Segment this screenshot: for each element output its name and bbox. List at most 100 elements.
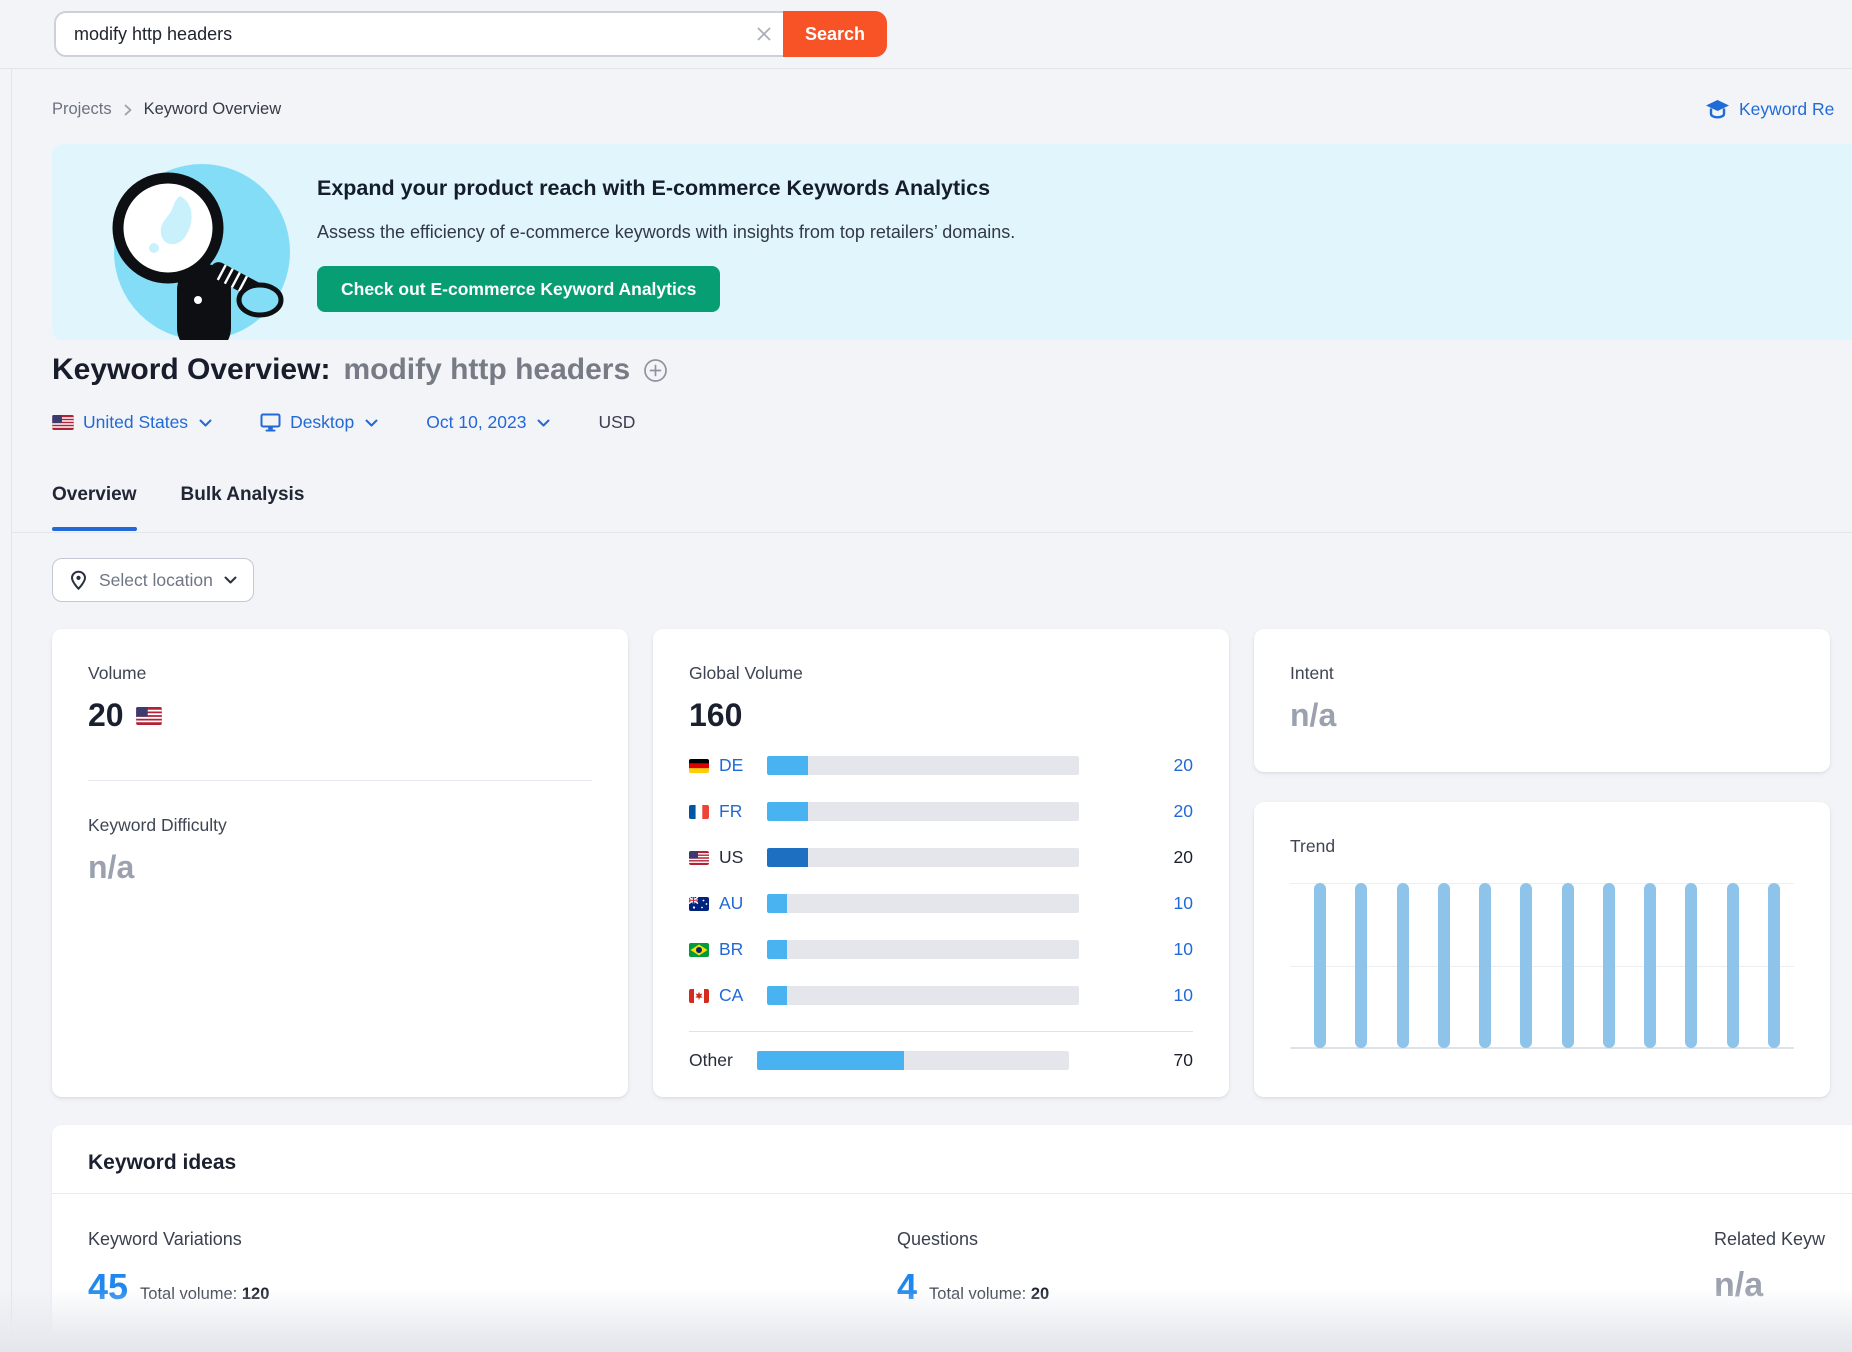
intent-label: Intent — [1290, 663, 1794, 684]
trend-card: Trend — [1254, 802, 1830, 1097]
flag-us-icon — [52, 415, 74, 430]
volume-bar — [757, 1051, 1069, 1070]
trend-bar — [1314, 883, 1326, 1048]
country-link[interactable]: DE — [719, 755, 757, 776]
global-volume-row: AU 10 — [689, 893, 1193, 914]
other-volume: 70 — [1174, 1050, 1193, 1071]
country-label-current: US — [719, 847, 757, 868]
country-link[interactable]: CA — [719, 985, 757, 1006]
search-form: Search — [54, 11, 887, 57]
location-filter-dropdown[interactable]: United States — [52, 412, 212, 433]
trend-bar — [1562, 883, 1574, 1048]
currency-label: USD — [598, 412, 635, 433]
related-keywords-label: Related Keyw — [1714, 1229, 1825, 1250]
country-volume: 20 — [1174, 755, 1193, 776]
global-volume-other-row: Other 70 — [689, 1050, 1193, 1071]
page-title: Keyword Overview: modify http headers — [52, 353, 668, 387]
country-link[interactable]: BR — [719, 939, 757, 960]
breadcrumb-current: Keyword Overview — [144, 100, 282, 119]
location-filter-label: United States — [83, 412, 188, 433]
global-volume-label: Global Volume — [689, 663, 1193, 684]
keyword-variations-count: 45 — [88, 1266, 128, 1308]
volume-bar — [767, 802, 1079, 821]
date-filter-label: Oct 10, 2023 — [426, 412, 526, 433]
device-filter-label: Desktop — [290, 412, 354, 433]
keyword-variations-column: Keyword Variations 45 Total volume: 120 — [88, 1229, 269, 1308]
trend-bars — [1314, 883, 1780, 1048]
right-card-column: Intent n/a Trend — [1254, 629, 1830, 1097]
intent-card: Intent n/a — [1254, 629, 1830, 772]
trend-bar — [1520, 883, 1532, 1048]
keyword-difficulty-value: n/a — [88, 849, 592, 886]
clear-search-button[interactable] — [742, 11, 786, 57]
questions-label: Questions — [897, 1229, 1049, 1250]
global-volume-list: DE 20 FR 20 US — [689, 755, 1193, 1071]
volume-bar — [767, 940, 1079, 959]
chevron-down-icon — [537, 419, 550, 427]
keyword-research-label: Keyword Re — [1739, 99, 1834, 120]
global-volume-row: FR 20 — [689, 801, 1193, 822]
flag-ca-icon — [689, 989, 709, 1003]
trend-bar — [1768, 883, 1780, 1048]
trend-bar — [1685, 883, 1697, 1048]
country-volume: 10 — [1174, 893, 1193, 914]
other-divider — [689, 1031, 1193, 1032]
trend-bar — [1438, 883, 1450, 1048]
global-volume-row: DE 20 — [689, 755, 1193, 776]
keyword-variations-total: Total volume: 120 — [140, 1285, 269, 1304]
country-volume: 20 — [1174, 801, 1193, 822]
plus-circle-icon — [643, 358, 668, 383]
country-volume: 10 — [1174, 939, 1193, 960]
banner-cta-button[interactable]: Check out E-commerce Keyword Analytics — [317, 266, 720, 312]
tab-bulk-analysis[interactable]: Bulk Analysis — [181, 484, 305, 531]
flag-us-icon — [136, 707, 162, 725]
country-volume: 20 — [1174, 847, 1193, 868]
close-icon — [756, 26, 772, 42]
date-filter-dropdown[interactable]: Oct 10, 2023 — [426, 412, 550, 433]
breadcrumb: Projects Keyword Overview — [52, 100, 281, 119]
graduation-cap-icon — [1705, 99, 1730, 120]
tab-bar: Overview Bulk Analysis — [52, 484, 304, 531]
volume-card: Volume 20 Keyword Difficulty n/a — [52, 629, 628, 1097]
volume-label: Volume — [88, 663, 592, 684]
left-panel-border — [11, 69, 12, 1352]
select-location-dropdown[interactable]: Select location — [52, 558, 254, 602]
flag-fr-icon — [689, 805, 709, 819]
chevron-down-icon — [199, 419, 212, 427]
magnifier-illustration — [82, 152, 332, 340]
card-divider — [52, 1193, 1852, 1194]
keyword-ideas-card: Keyword ideas Keyword Variations 45 Tota… — [52, 1125, 1852, 1352]
global-volume-row: US 20 — [689, 847, 1193, 868]
breadcrumb-projects-link[interactable]: Projects — [52, 100, 112, 119]
desktop-icon — [260, 413, 281, 432]
device-filter-dropdown[interactable]: Desktop — [260, 412, 378, 433]
country-link[interactable]: AU — [719, 893, 757, 914]
keyword-difficulty-label: Keyword Difficulty — [88, 815, 592, 836]
trend-bar — [1644, 883, 1656, 1048]
search-button[interactable]: Search — [783, 11, 887, 57]
tab-bar-divider — [11, 532, 1852, 533]
trend-bar — [1479, 883, 1491, 1048]
chevron-down-icon — [365, 419, 378, 427]
volume-bar — [767, 894, 1079, 913]
search-input[interactable] — [54, 11, 783, 57]
tab-overview[interactable]: Overview — [52, 484, 137, 531]
volume-bar — [767, 756, 1079, 775]
top-search-bar: Search — [0, 0, 1852, 69]
questions-column: Questions 4 Total volume: 20 — [897, 1229, 1049, 1308]
questions-total: Total volume: 20 — [929, 1285, 1049, 1304]
country-volume: 10 — [1174, 985, 1193, 1006]
volume-number: 20 — [88, 697, 124, 734]
keyword-variations-label: Keyword Variations — [88, 1229, 269, 1250]
trend-bar — [1397, 883, 1409, 1048]
add-keyword-button[interactable] — [643, 358, 668, 383]
keyword-research-link[interactable]: Keyword Re — [1705, 99, 1834, 120]
other-label: Other — [689, 1050, 757, 1071]
card-divider — [88, 780, 592, 781]
country-link[interactable]: FR — [719, 801, 757, 822]
volume-bar — [767, 986, 1079, 1005]
flag-br-icon — [689, 943, 709, 957]
flag-au-icon — [689, 897, 709, 911]
related-keywords-column: Related Keyw n/a — [1714, 1229, 1825, 1305]
filter-bar: United States Desktop Oct 10, 2023 USD — [52, 412, 635, 433]
